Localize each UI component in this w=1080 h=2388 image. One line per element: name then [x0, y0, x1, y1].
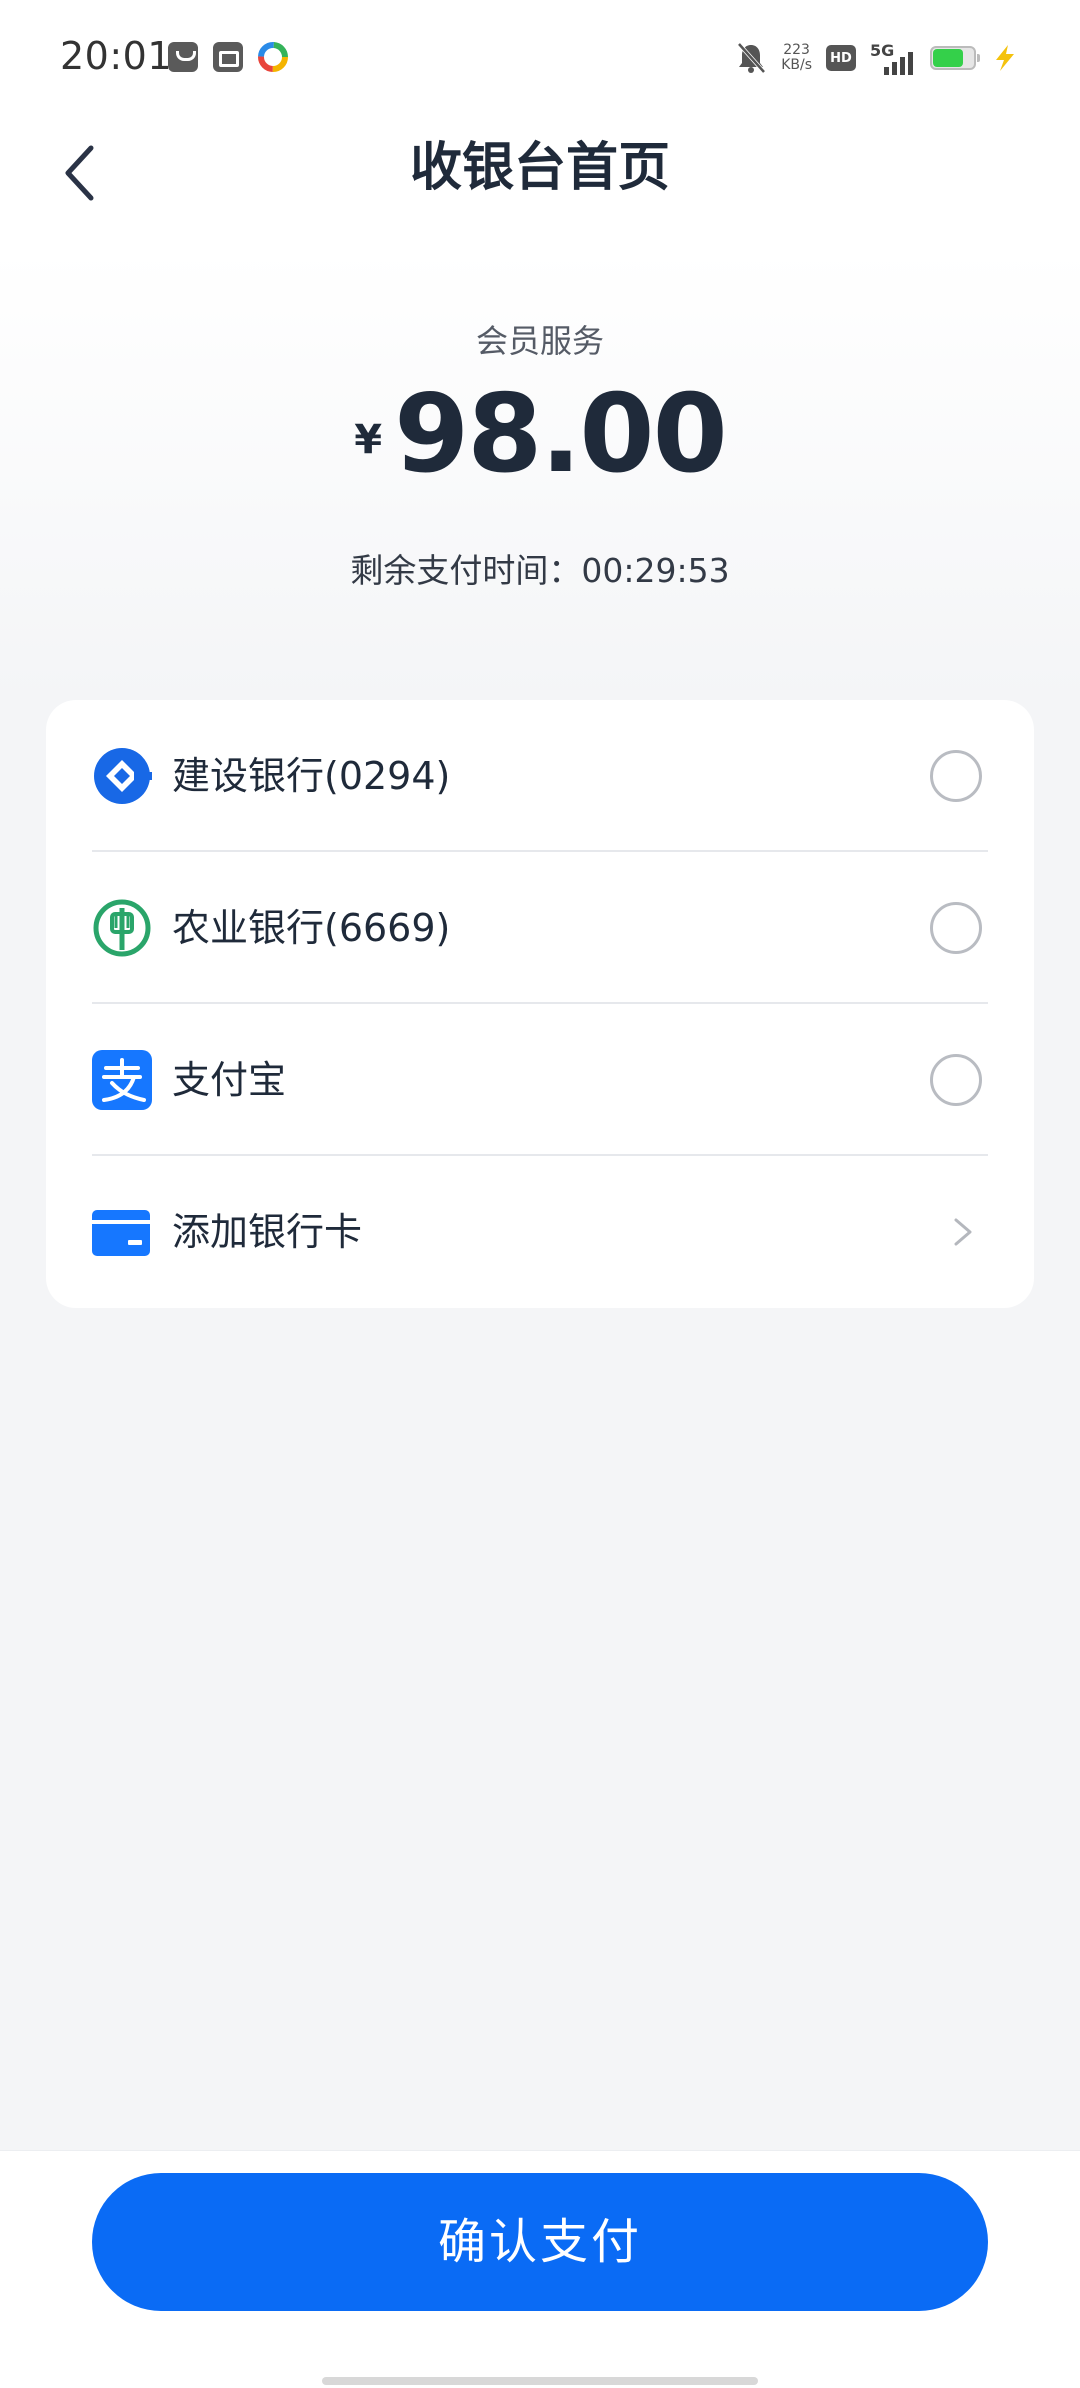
confirm-payment-button[interactable]: 确认支付: [92, 2173, 988, 2311]
payment-option-abc[interactable]: 农业银行(6669): [46, 852, 988, 1004]
radio-button[interactable]: [930, 750, 982, 802]
cellular-signal-icon: 5G: [870, 41, 916, 75]
status-bar: 20:01 223 KB/s HD 5G: [0, 0, 1080, 118]
order-name: 会员服务: [475, 322, 604, 360]
add-bank-card-row[interactable]: 添加银行卡: [46, 1156, 988, 1308]
payment-option-label: 建设银行(0294): [172, 754, 451, 798]
payment-amount: ¥98.00: [0, 372, 1080, 497]
mute-bell-icon: [737, 42, 766, 74]
ccb-bank-icon: [94, 748, 152, 804]
amount-value: 98.00: [394, 372, 728, 497]
shopping-bag-icon: [168, 42, 198, 72]
status-indicators: 223 KB/s HD 5G: [735, 36, 1020, 80]
radio-button[interactable]: [930, 1054, 982, 1106]
home-indicator[interactable]: [322, 2377, 758, 2385]
page-title: 收银台首页: [409, 138, 670, 198]
package-icon: [213, 42, 243, 72]
payment-option-alipay[interactable]: 支付宝: [46, 1004, 988, 1156]
network-speed-unit: KB/s: [781, 57, 812, 73]
payment-option-label: 农业银行(6669): [172, 906, 451, 950]
battery-icon: [930, 46, 980, 70]
payment-option-ccb[interactable]: 建设银行(0294): [46, 700, 988, 852]
radio-button[interactable]: [930, 902, 982, 954]
status-time: 20:01: [60, 34, 173, 78]
network-type: 5G: [870, 41, 895, 60]
battery-level: [933, 49, 963, 67]
bottom-action-bar: 确认支付: [0, 2150, 1080, 2388]
payment-option-label: 支付宝: [172, 1058, 287, 1102]
chevron-right-icon: [954, 1218, 972, 1246]
abc-bank-icon: [93, 899, 151, 957]
network-speed: 223 KB/s: [781, 43, 812, 73]
bank-card-icon: [92, 1210, 150, 1256]
countdown-label: 剩余支付时间：: [350, 551, 582, 590]
nav-header: 收银台首页: [0, 118, 1080, 228]
add-bank-card-label: 添加银行卡: [172, 1210, 363, 1254]
pinwheel-app-icon: [258, 42, 288, 72]
payment-countdown: 剩余支付时间：00:29:53: [0, 544, 1080, 592]
network-speed-value: 223: [783, 42, 810, 58]
hd-voice-icon: HD: [826, 45, 856, 71]
cashier-screen: 20:01 223 KB/s HD 5G 收银台首页 会员服务 ¥ 98.00 …: [0, 0, 1080, 2388]
currency-symbol: ¥: [354, 417, 383, 463]
payment-method-list: 建设银行(0294) 农业银行(6669) 支付宝 添加银行卡: [46, 700, 1034, 1308]
alipay-icon: [92, 1050, 152, 1110]
charging-bolt-icon: [996, 45, 1014, 71]
countdown-value: 00:29:53: [581, 551, 730, 590]
